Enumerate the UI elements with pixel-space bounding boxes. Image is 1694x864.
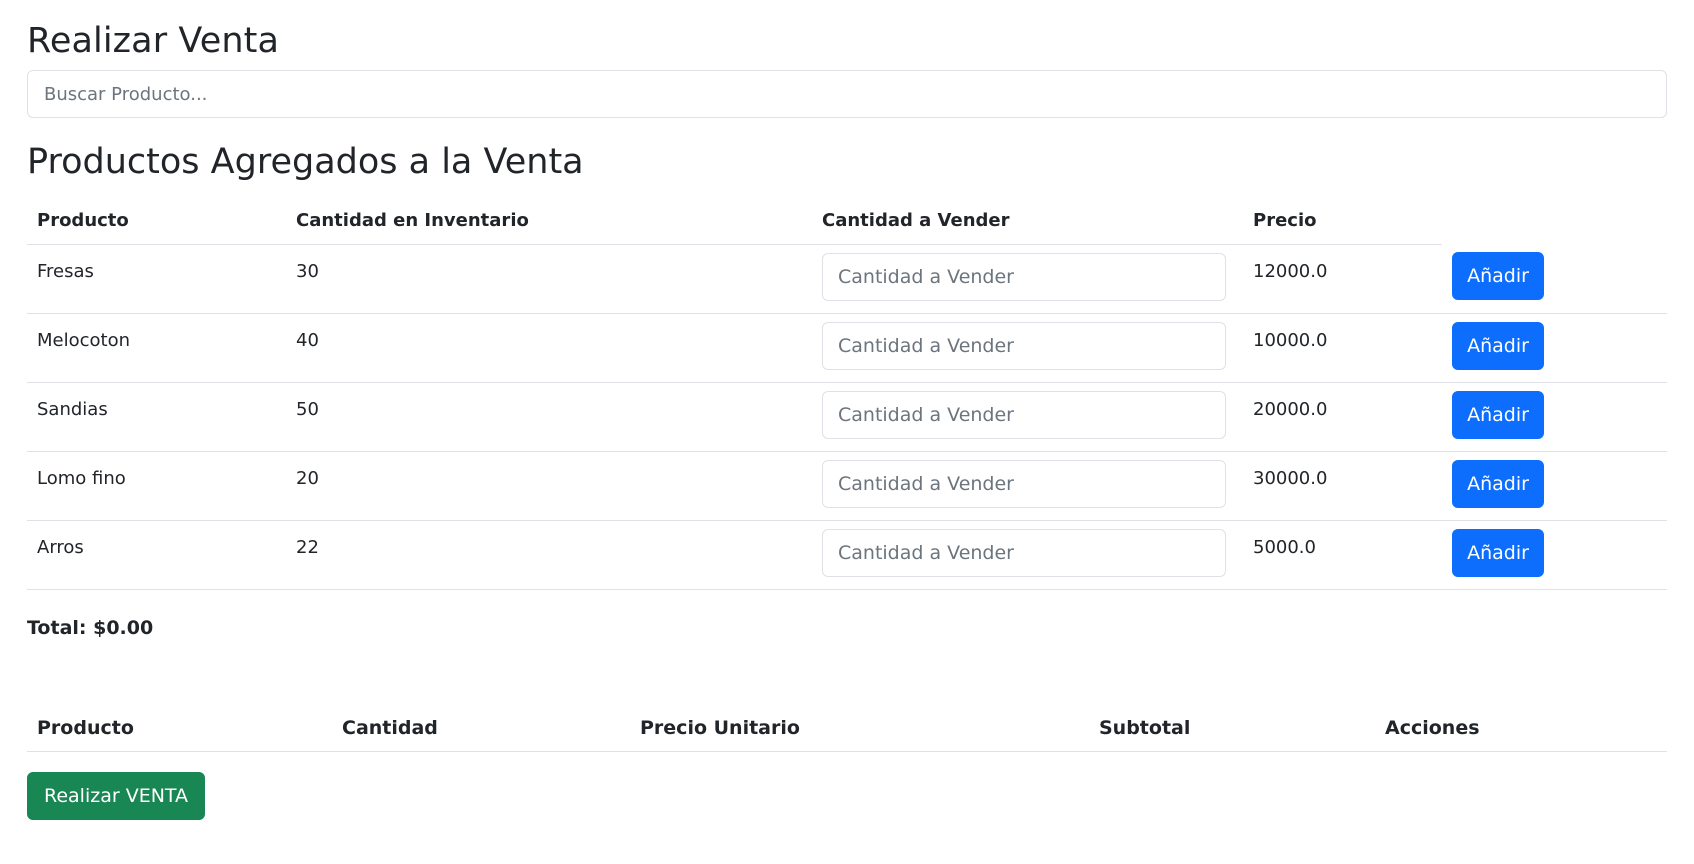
product-stock: 20 (286, 451, 812, 521)
add-button[interactable]: Añadir (1452, 321, 1544, 370)
header-stock: Cantidad en Inventario (286, 198, 812, 245)
sale-table-header: Producto Cantidad Precio Unitario Subtot… (27, 705, 1667, 752)
table-row: Fresas 30 12000.0 Añadir (27, 244, 1667, 314)
table-row: Sandias 50 20000.0 Añadir (27, 382, 1667, 452)
quantity-cell (812, 451, 1243, 521)
action-cell: Añadir (1442, 520, 1667, 590)
product-name: Arros (27, 520, 286, 590)
product-price: 20000.0 (1243, 382, 1442, 452)
header-quantity: Cantidad a Vender (812, 198, 1243, 245)
quantity-input[interactable] (822, 252, 1226, 301)
quantity-input[interactable] (822, 390, 1226, 439)
action-cell: Añadir (1442, 451, 1667, 521)
quantity-input[interactable] (822, 528, 1226, 577)
action-cell: Añadir (1442, 244, 1667, 314)
sale-header-quantity: Cantidad (332, 705, 630, 752)
added-products-title: Productos Agregados a la Venta (27, 142, 584, 182)
quantity-input[interactable] (822, 321, 1226, 370)
header-actions (1442, 198, 1667, 244)
header-product: Producto (27, 198, 286, 245)
quantity-cell (812, 313, 1243, 383)
table-row: Arros 22 5000.0 Añadir (27, 520, 1667, 590)
quantity-cell (812, 382, 1243, 452)
product-stock: 40 (286, 313, 812, 383)
table-row: Melocoton 40 10000.0 Añadir (27, 313, 1667, 383)
product-name: Sandias (27, 382, 286, 452)
product-stock: 50 (286, 382, 812, 452)
product-stock: 30 (286, 244, 812, 314)
sale-header-subtotal: Subtotal (1089, 705, 1375, 752)
action-cell: Añadir (1442, 313, 1667, 383)
product-stock: 22 (286, 520, 812, 590)
product-price: 30000.0 (1243, 451, 1442, 521)
sale-header-unit-price: Precio Unitario (630, 705, 1089, 752)
quantity-input[interactable] (822, 459, 1226, 508)
product-price: 5000.0 (1243, 520, 1442, 590)
products-table-header: Producto Cantidad en Inventario Cantidad… (27, 198, 1667, 245)
search-product-input[interactable] (27, 70, 1667, 118)
sale-page: Realizar Venta Productos Agregados a la … (0, 0, 1694, 820)
header-price: Precio (1243, 198, 1442, 245)
add-button[interactable]: Añadir (1452, 459, 1544, 508)
page-title: Realizar Venta (27, 21, 280, 61)
sale-header-product: Producto (27, 705, 332, 752)
add-button[interactable]: Añadir (1452, 252, 1544, 300)
product-name: Melocoton (27, 313, 286, 383)
table-row: Lomo fino 20 30000.0 Añadir (27, 451, 1667, 521)
sale-items-table: Producto Cantidad Precio Unitario Subtot… (27, 705, 1667, 752)
quantity-cell (812, 520, 1243, 590)
add-button[interactable]: Añadir (1452, 390, 1544, 439)
product-name: Lomo fino (27, 451, 286, 521)
product-price: 12000.0 (1243, 244, 1442, 314)
quantity-cell (812, 244, 1243, 314)
action-cell: Añadir (1442, 382, 1667, 452)
add-button[interactable]: Añadir (1452, 528, 1544, 577)
sale-total: Total: $0.00 (27, 616, 154, 639)
products-table: Producto Cantidad en Inventario Cantidad… (27, 198, 1667, 590)
product-price: 10000.0 (1243, 313, 1442, 383)
sale-header-actions: Acciones (1375, 705, 1667, 752)
product-name: Fresas (27, 244, 286, 314)
submit-sale-button[interactable]: Realizar VENTA (27, 772, 206, 820)
